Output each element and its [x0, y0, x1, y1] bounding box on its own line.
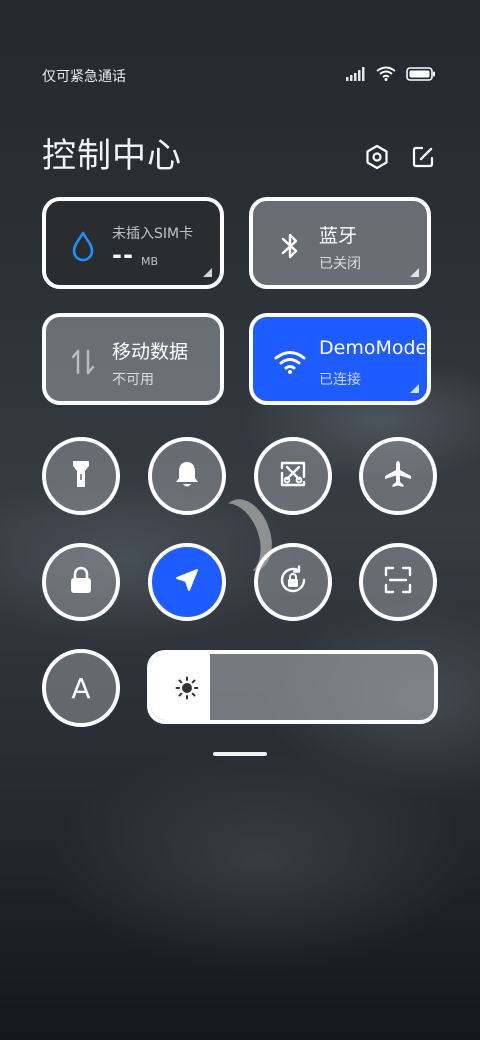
mobile-data-label: 移动数据: [112, 341, 189, 363]
expand-corner: [203, 268, 212, 277]
signal-icon: [346, 66, 366, 85]
scan-icon: [383, 565, 413, 599]
brightness-slider[interactable]: [147, 650, 438, 724]
sim-status-label: 未插入SIM卡: [112, 226, 194, 242]
wifi-icon: [273, 345, 307, 379]
rotation-lock-icon: [277, 564, 309, 600]
wifi-status: 已连接: [319, 372, 361, 388]
carrier-status: 仅可紧急通话: [42, 69, 126, 85]
auto-brightness-label: A: [71, 671, 91, 705]
location-toggle[interactable]: [148, 543, 226, 621]
flashlight-toggle[interactable]: [42, 437, 120, 515]
lock-screen-toggle[interactable]: [42, 543, 120, 621]
settings-button[interactable]: [362, 144, 392, 174]
data-usage-value: --: [112, 241, 134, 269]
status-icons: [346, 66, 436, 85]
screenshot-icon: [278, 459, 308, 493]
data-usage-unit: MB: [141, 255, 159, 268]
sun-icon: [175, 676, 199, 700]
data-usage-tile[interactable]: 未插入SIM卡 -- MB: [42, 197, 224, 289]
bluetooth-status: 已关闭: [319, 256, 361, 272]
flashlight-icon: [70, 459, 92, 493]
page-title: 控制中心: [42, 136, 182, 176]
notification-toggle[interactable]: [148, 437, 226, 515]
screenshot-toggle[interactable]: [254, 437, 332, 515]
location-arrow-icon: [174, 567, 200, 597]
bluetooth-icon: [273, 229, 307, 263]
bluetooth-label: 蓝牙: [319, 225, 358, 247]
rotation-lock-toggle[interactable]: [254, 543, 332, 621]
settings-icon: [364, 144, 390, 174]
status-bar: 仅可紧急通话: [0, 0, 480, 110]
airplane-toggle[interactable]: [359, 437, 437, 515]
drag-handle[interactable]: [213, 752, 267, 756]
battery-icon: [406, 66, 436, 85]
water-drop-icon: [66, 229, 100, 263]
mobile-data-status: 不可用: [112, 372, 154, 388]
wifi-network-name: DemoMode: [319, 337, 425, 359]
expand-corner: [410, 384, 419, 393]
airplane-icon: [382, 458, 414, 494]
data-arrows-icon: [66, 345, 100, 379]
bluetooth-tile[interactable]: 蓝牙 已关闭: [249, 197, 431, 289]
edit-button[interactable]: [408, 144, 438, 174]
lock-icon: [68, 565, 94, 599]
mobile-data-tile[interactable]: 移动数据 不可用: [42, 313, 224, 405]
wifi-icon: [376, 66, 396, 85]
expand-corner: [410, 268, 419, 277]
scanner-toggle[interactable]: [359, 543, 437, 621]
wifi-tile[interactable]: DemoMode 已连接: [249, 313, 431, 405]
bell-icon: [173, 459, 201, 493]
edit-icon: [410, 144, 436, 174]
auto-brightness-toggle[interactable]: A: [42, 649, 120, 727]
